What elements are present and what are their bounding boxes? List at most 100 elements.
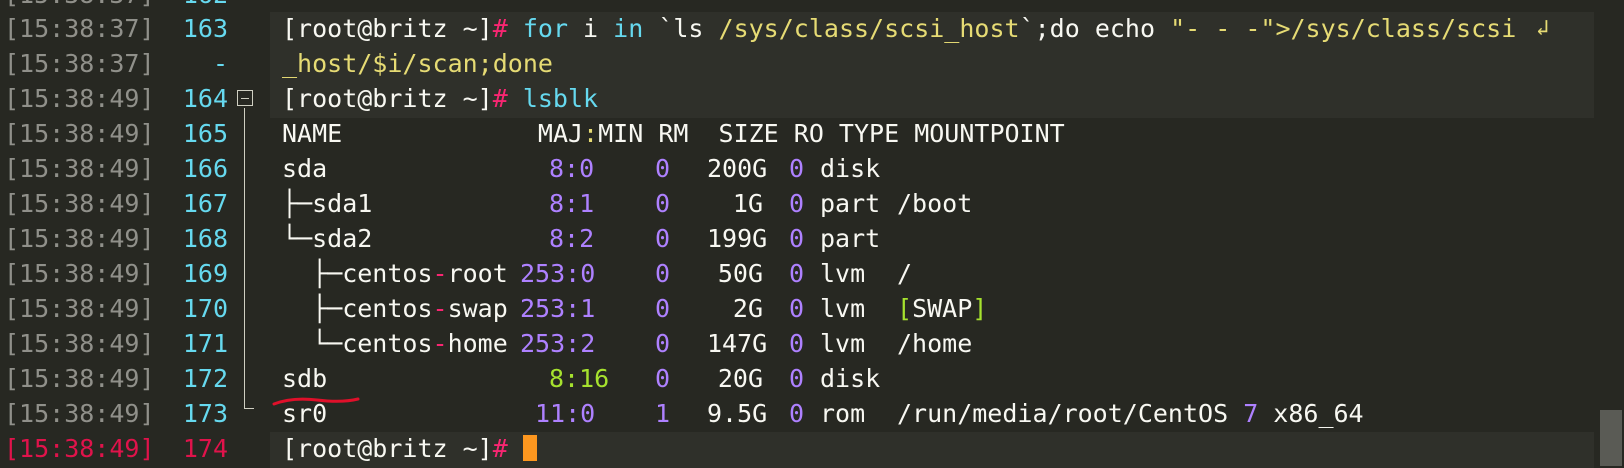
device-name: sr0 [282, 399, 328, 428]
table-row: [15:38:49] 169 ├─centos-root 253:0 0 50G… [0, 257, 1624, 293]
name-part: home [447, 329, 508, 358]
device-name: ├─sda1 [282, 189, 373, 218]
rm-flag: 0 [655, 224, 671, 253]
line-number: 169 [182, 259, 228, 288]
device-name: └─centos-home [282, 329, 508, 358]
col-rest: SIZE RO TYPE MOUNTPOINT [688, 119, 1065, 148]
fold-collapse-icon[interactable] [237, 90, 253, 106]
timestamp: [15:38:49] [4, 189, 155, 218]
timestamp: [15:38:49] [4, 84, 155, 113]
mountpoint: /home [897, 329, 973, 358]
keyword-in: in [613, 14, 644, 43]
prompt: [root@britz ~] [282, 434, 493, 463]
command-continuation: _host/$i/scan;done [282, 49, 553, 78]
command-text[interactable]: [root@britz ~]# lsblk [282, 84, 598, 113]
timestamp: [15:38:37] [4, 14, 155, 43]
mount-part: /run/media/root/CentOS [897, 399, 1244, 428]
ro-flag: 0 [789, 154, 805, 183]
col-maj: MAJ [537, 119, 584, 148]
swap-label: SWAP [912, 294, 973, 323]
name-part: ├─centos [282, 294, 433, 323]
rm-flag: 0 [655, 294, 671, 323]
table-row: [15:38:49] 173 sr0 11:0 1 9.5G 0 rom /ru… [0, 397, 1624, 433]
maj-min: 8:16 [549, 364, 610, 393]
maj-min: 8:0 [549, 154, 595, 183]
device-name: └─sda2 [282, 224, 373, 253]
size: 20G [717, 364, 763, 393]
terminal-line-163: [15:38:37] 163 [root@britz ~]# for i in … [0, 12, 1624, 48]
ro-flag: 0 [789, 364, 805, 393]
line-number: - [212, 49, 228, 78]
type: lvm [820, 259, 866, 288]
terminal-line-174: [15:38:49] 174 [root@britz ~]# [0, 432, 1624, 468]
name-dash: - [432, 259, 448, 288]
table-row: [15:38:49] 171 └─centos-home 253:2 0 147… [0, 327, 1624, 363]
size: 9.5G [707, 399, 768, 428]
scrollbar-thumb[interactable] [1600, 410, 1622, 466]
name-part: └─centos [282, 329, 433, 358]
mountpoint: /boot [897, 189, 973, 218]
maj-min: 11:0 [535, 399, 596, 428]
cmd-part: `ls [643, 14, 719, 43]
line-number: 166 [182, 154, 228, 183]
size: 199G [707, 224, 768, 253]
line-number: 173 [182, 399, 228, 428]
size: 50G [717, 259, 763, 288]
ro-flag: 0 [789, 329, 805, 358]
line-number: 170 [182, 294, 228, 323]
table-row: [15:38:49] 168 └─sda2 8:2 0 199G 0 part [0, 222, 1624, 258]
timestamp: [15:38:49] [4, 434, 155, 463]
lsblk-header: NAME MAJ:MIN RM SIZE RO TYPE MOUNTPOINT [282, 119, 1065, 148]
type: rom [820, 399, 866, 428]
device-name: sdb [282, 364, 328, 393]
timestamp: [15:38:49] [4, 329, 155, 358]
ro-flag: 0 [789, 259, 805, 288]
rm-flag: 0 [655, 259, 671, 288]
cmd-part: `;do echo [1019, 14, 1171, 43]
ro-flag: 0 [789, 224, 805, 253]
maj-min: 253:0 [520, 259, 596, 288]
timestamp: [15:38:49] [4, 224, 155, 253]
mountpoint: [SWAP] [897, 294, 987, 323]
type: lvm [820, 329, 866, 358]
line-number: 163 [182, 14, 228, 43]
terminal-line-wrapped: [15:38:37] - _host/$i/scan;done [0, 47, 1624, 83]
line-wrap-icon: ↲ [1536, 16, 1550, 41]
timestamp: [15:38:49] [4, 294, 155, 323]
ro-flag: 0 [789, 189, 805, 218]
table-row: [15:38:49] 172 sdb 8:16 0 20G 0 disk [0, 362, 1624, 398]
size: 2G [732, 294, 763, 323]
size: 1G [732, 189, 763, 218]
line-number: 165 [182, 119, 228, 148]
prompt-hash: # [492, 434, 508, 463]
rm-flag: 0 [655, 154, 671, 183]
timestamp: [15:38:49] [4, 119, 155, 148]
col-min-rm: MIN RM [598, 119, 689, 148]
table-row: [15:38:49] 166 sda 8:0 0 200G 0 disk [0, 152, 1624, 188]
line-number: 162 [166, 0, 228, 9]
type: lvm [820, 294, 866, 323]
name-part: ├─centos [282, 259, 433, 288]
prompt-hash: # [492, 14, 508, 43]
timestamp: [15:38:49] [4, 364, 155, 393]
col-colon: : [583, 119, 599, 148]
col-name: NAME [282, 119, 343, 148]
device-name: ├─centos-swap [282, 294, 508, 323]
size: 200G [707, 154, 768, 183]
timestamp: [15:38:37] [4, 0, 155, 9]
name-part: root [447, 259, 508, 288]
maj-min: 253:1 [520, 294, 596, 323]
size: 147G [707, 329, 768, 358]
command-lsblk: lsblk [507, 84, 599, 113]
timestamp: [15:38:37] [4, 49, 155, 78]
rm-flag: 0 [655, 189, 671, 218]
name-dash: - [432, 294, 448, 323]
cmd-part: i [568, 14, 614, 43]
text-cursor [522, 435, 537, 461]
command-text[interactable]: [root@britz ~]# for i in `ls /sys/class/… [282, 14, 1516, 43]
terminal-line-165: [15:38:49] 165 NAME MAJ:MIN RM SIZE RO T… [0, 117, 1624, 153]
line-number: 164 [182, 84, 228, 113]
timestamp: [15:38:49] [4, 399, 155, 428]
string-literal: "- - -" [1170, 14, 1276, 43]
active-prompt[interactable]: [root@britz ~]# [282, 434, 537, 463]
